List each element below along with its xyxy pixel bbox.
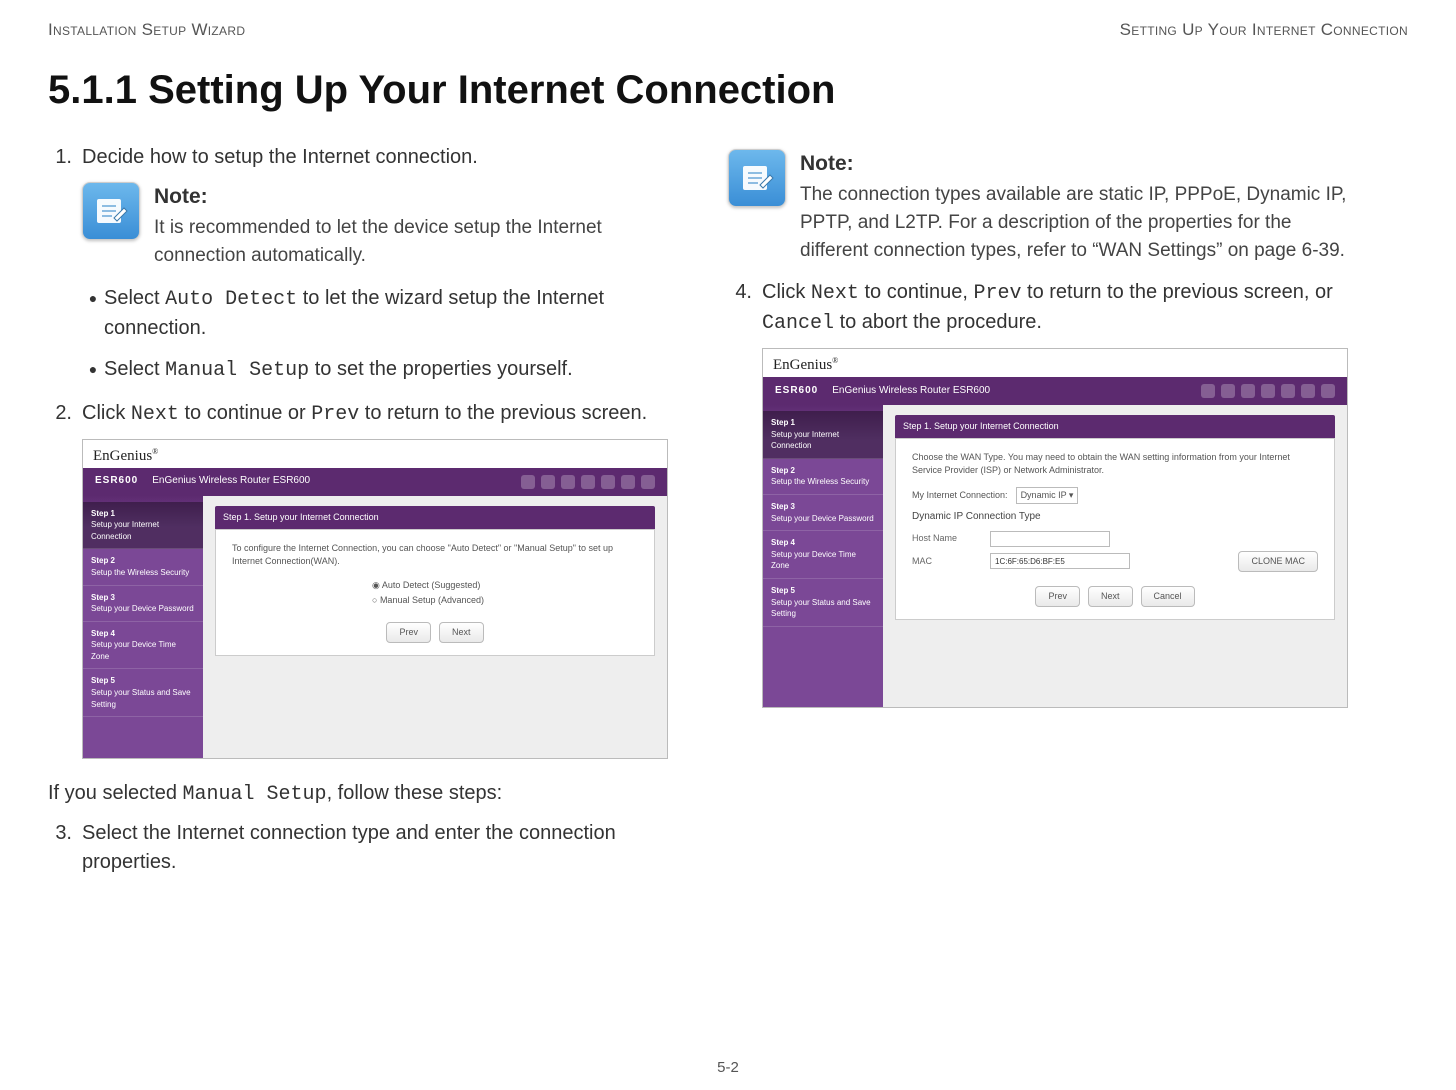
wizard-sidebar: Step 1Setup your Internet Connection Ste… bbox=[83, 496, 203, 758]
power-icon[interactable] bbox=[1301, 384, 1315, 398]
home-icon[interactable] bbox=[521, 475, 535, 489]
logo-text: EnGenius® bbox=[773, 355, 838, 377]
screenshot-step1-auto: EnGenius® ESR600 EnGenius Wireless Route… bbox=[82, 439, 668, 759]
step-text: Click Next to continue or Prev to return… bbox=[82, 399, 668, 429]
cancel-button[interactable]: Cancel bbox=[1141, 586, 1195, 607]
toolbar-icons[interactable] bbox=[521, 475, 655, 489]
note-text: It is recommended to let the device setu… bbox=[154, 214, 668, 269]
sidebar-step-1[interactable]: Step 1Setup your Internet Connection bbox=[763, 411, 883, 459]
step-number: 1. bbox=[48, 143, 82, 172]
running-head-left: Installation Setup Wizard bbox=[48, 20, 245, 40]
gear-icon[interactable] bbox=[1241, 384, 1255, 398]
power-icon[interactable] bbox=[621, 475, 635, 489]
next-button[interactable]: Next bbox=[439, 622, 484, 643]
page-title: 5.1.1 Setting Up Your Internet Connectio… bbox=[48, 68, 1408, 113]
panel-title: Step 1. Setup your Internet Connection bbox=[215, 506, 655, 529]
step-number: 2. bbox=[48, 399, 82, 429]
note-icon bbox=[728, 149, 786, 207]
sidebar-step-4[interactable]: Step 4Setup your Device Time Zone bbox=[763, 531, 883, 579]
panel-hint: Choose the WAN Type. You may need to obt… bbox=[912, 451, 1318, 477]
model-label: ESR600 bbox=[95, 474, 138, 489]
note-title: Note: bbox=[154, 182, 668, 212]
logo-text: EnGenius® bbox=[93, 446, 158, 468]
host-input[interactable] bbox=[990, 531, 1110, 547]
wizard-sidebar: Step 1Setup your Internet Connection Ste… bbox=[763, 405, 883, 707]
panel-hint: To configure the Internet Connection, yo… bbox=[232, 542, 638, 568]
help-icon[interactable] bbox=[1261, 384, 1275, 398]
sidebar-step-3[interactable]: Step 3Setup your Device Password bbox=[763, 495, 883, 531]
connection-select[interactable]: Dynamic IP ▾ bbox=[1016, 487, 1079, 504]
mac-label: MAC bbox=[912, 555, 982, 568]
right-column: Note: The connection types available are… bbox=[728, 143, 1348, 887]
home-icon[interactable] bbox=[1201, 384, 1215, 398]
bullet-dot: ● bbox=[82, 355, 104, 385]
bar-title: EnGenius Wireless Router ESR600 bbox=[152, 474, 310, 489]
refresh-icon[interactable] bbox=[1281, 384, 1295, 398]
prev-button[interactable]: Prev bbox=[386, 622, 431, 643]
bullet-manual-setup: Select Manual Setup to set the propertie… bbox=[104, 355, 668, 385]
bullet-auto-detect: Select Auto Detect to let the wizard set… bbox=[104, 284, 668, 343]
page-number: 5-2 bbox=[0, 1059, 1456, 1076]
refresh-icon[interactable] bbox=[601, 475, 615, 489]
mac-input[interactable]: 1C:6F:65:D6:BF:E5 bbox=[990, 553, 1130, 569]
sidebar-step-2[interactable]: Step 2Setup the Wireless Security bbox=[83, 549, 203, 585]
step-number: 4. bbox=[728, 278, 762, 338]
connection-label: My Internet Connection: bbox=[912, 489, 1008, 502]
bar-title: EnGenius Wireless Router ESR600 bbox=[832, 384, 990, 399]
help-icon[interactable] bbox=[581, 475, 595, 489]
host-label: Host Name bbox=[912, 532, 982, 545]
sidebar-step-5[interactable]: Step 5Setup your Status and Save Setting bbox=[83, 669, 203, 717]
expand-icon[interactable] bbox=[641, 475, 655, 489]
sidebar-step-3[interactable]: Step 3Setup your Device Password bbox=[83, 586, 203, 622]
left-column: 1. Decide how to setup the Internet conn… bbox=[48, 143, 668, 887]
prev-button[interactable]: Prev bbox=[1035, 586, 1080, 607]
note-text: The connection types available are stati… bbox=[800, 181, 1348, 264]
subhead: Dynamic IP Connection Type bbox=[912, 510, 1318, 525]
step-text: Decide how to setup the Internet connect… bbox=[82, 143, 668, 172]
gear-icon[interactable] bbox=[561, 475, 575, 489]
next-button[interactable]: Next bbox=[1088, 586, 1133, 607]
running-head-right: Setting Up Your Internet Connection bbox=[1120, 20, 1408, 40]
wifi-icon[interactable] bbox=[541, 475, 555, 489]
step-number: 3. bbox=[48, 819, 82, 877]
model-label: ESR600 bbox=[775, 384, 818, 399]
radio-auto-detect[interactable]: ◉ Auto Detect (Suggested) bbox=[372, 578, 638, 593]
manual-setup-intro: If you selected Manual Setup, follow the… bbox=[48, 779, 668, 809]
sidebar-step-1[interactable]: Step 1Setup your Internet Connection bbox=[83, 502, 203, 550]
toolbar-icons[interactable] bbox=[1201, 384, 1335, 398]
expand-icon[interactable] bbox=[1321, 384, 1335, 398]
note-icon bbox=[82, 182, 140, 240]
sidebar-step-5[interactable]: Step 5Setup your Status and Save Setting bbox=[763, 579, 883, 627]
step-text: Select the Internet connection type and … bbox=[82, 819, 668, 877]
bullet-dot: ● bbox=[82, 284, 104, 343]
screenshot-step1-manual: EnGenius® ESR600 EnGenius Wireless Route… bbox=[762, 348, 1348, 708]
sidebar-step-4[interactable]: Step 4Setup your Device Time Zone bbox=[83, 622, 203, 670]
clone-mac-button[interactable]: CLONE MAC bbox=[1238, 551, 1318, 572]
wifi-icon[interactable] bbox=[1221, 384, 1235, 398]
panel-title: Step 1. Setup your Internet Connection bbox=[895, 415, 1335, 438]
radio-manual-setup[interactable]: ○ Manual Setup (Advanced) bbox=[372, 593, 638, 608]
note-title: Note: bbox=[800, 149, 1348, 179]
step-text: Click Next to continue, Prev to return t… bbox=[762, 278, 1348, 338]
sidebar-step-2[interactable]: Step 2Setup the Wireless Security bbox=[763, 459, 883, 495]
